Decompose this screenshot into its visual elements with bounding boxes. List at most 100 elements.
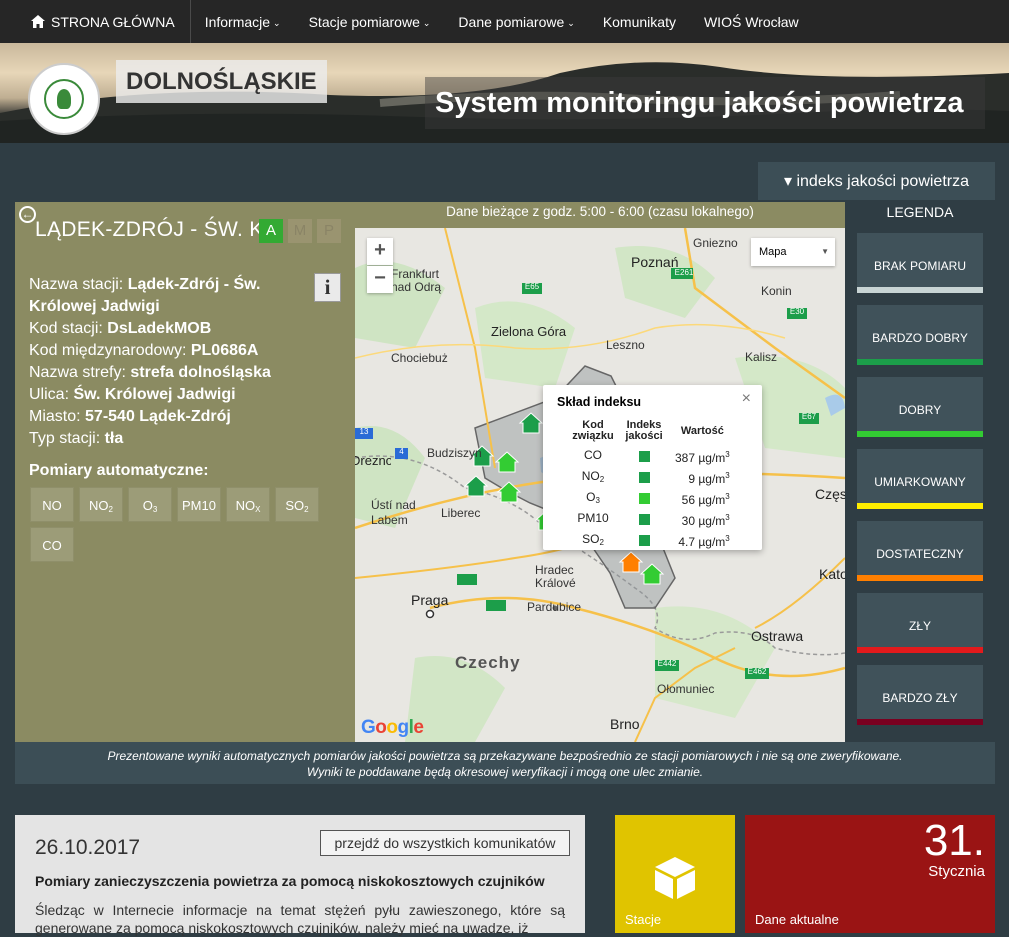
- map-label: Chociebuż: [391, 351, 448, 365]
- field-street: Ulica: Św. Królowej Jadwigi: [29, 386, 236, 403]
- map-type-value: Mapa: [759, 246, 787, 258]
- map-label: Ostrawa: [751, 628, 804, 644]
- legend-color-bar: [857, 359, 983, 365]
- wios-logo[interactable]: [28, 63, 100, 135]
- legend-color-bar: [857, 575, 983, 581]
- zoom-in-button[interactable]: +: [367, 238, 393, 265]
- measurement-button-pm10[interactable]: PM10: [177, 487, 221, 522]
- news-date: 26.10.2017: [35, 836, 141, 859]
- legend-color-bar: [857, 647, 983, 653]
- map-label: Konin: [761, 284, 792, 298]
- google-logo[interactable]: Google: [361, 717, 424, 739]
- map-label: Hradec Králové: [535, 563, 576, 590]
- code-cell: PM10: [577, 510, 609, 525]
- current-data-label: Dane aktualne: [755, 912, 839, 927]
- mode-label: M: [293, 222, 307, 239]
- measurement-button-no[interactable]: NO: [30, 487, 74, 522]
- top-navigation: STRONA GŁÓWNA Informacje ⌄ Stacje pomiaro…: [0, 0, 1009, 43]
- legend-color-bar: [857, 287, 983, 293]
- home-link[interactable]: STRONA GŁÓWNA: [0, 0, 191, 43]
- legend-item-brak-pomiaru: BRAK POMIARU: [857, 233, 983, 293]
- chevron-down-icon: ▼: [821, 247, 829, 256]
- field-station-name: Nazwa stacji: Lądek-Zdrój - Św. Królowej…: [29, 276, 261, 315]
- back-arrow-icon[interactable]: ←: [19, 206, 36, 223]
- table-row: O3 56 µg/m3: [567, 488, 736, 509]
- measurement-button-o3[interactable]: O3: [128, 487, 172, 522]
- mode-label: P: [323, 222, 334, 239]
- disclaimer-line-2: Wyniki te poddawane będą okresowej weryf…: [306, 765, 704, 779]
- map-label: Czechy: [455, 653, 521, 672]
- nav-item-dane[interactable]: Dane pomiarowe ⌄: [444, 0, 588, 43]
- map-label: Katowice: [819, 566, 845, 582]
- stations-tile-label: Stacje: [625, 912, 662, 927]
- news-headline[interactable]: Pomiary zanieczyszczenia powietrza za po…: [35, 873, 545, 889]
- measurement-button-co[interactable]: CO: [30, 527, 74, 562]
- data-time-header: Dane bieżące z godz. 5:00 - 6:00 (czasu …: [446, 204, 754, 219]
- legend-color-bar: [857, 431, 983, 437]
- index-cell: [619, 509, 669, 530]
- field-city: Miasto: 57-540 Lądek-Zdrój: [29, 408, 231, 425]
- table-row: SO2 4.7 µg/m3: [567, 530, 736, 551]
- map-label: Zielona Góra: [491, 324, 567, 339]
- column-header: Indeks jakości: [625, 419, 663, 442]
- code-cell: NO2: [581, 468, 605, 484]
- nav-label: Informacje: [204, 13, 271, 30]
- air-quality-index-tab[interactable]: ▾ indeks jakości powietrza: [758, 162, 995, 200]
- map-label: Kalisz: [745, 350, 778, 364]
- header-banner: DOLNOŚLĄSKIE System monitoringu jakości …: [0, 43, 1009, 143]
- measurement-button-nox[interactable]: NOX: [226, 487, 270, 522]
- station-panel: ← LĄDEK-ZDRÓJ - ŚW. K... A M P i Nazwa s…: [15, 202, 845, 742]
- value-cell: 9 µg/m3: [688, 471, 730, 486]
- stations-tile[interactable]: Stacje: [615, 815, 735, 933]
- legend-item-zly: ZŁY: [857, 593, 983, 653]
- disclaimer-line-1: Prezentowane wyniki automatycznych pomia…: [107, 749, 903, 763]
- legend-title: LEGENDA: [886, 204, 954, 220]
- map-label: Gniezno: [693, 236, 738, 250]
- mode-label: A: [265, 222, 276, 239]
- legend-item-umiarkowany: UMIARKOWANY: [857, 449, 983, 509]
- map-label: Poznań: [631, 254, 679, 270]
- nav-item-komunikaty[interactable]: Komunikaty: [589, 0, 690, 43]
- map-label: Liberec: [441, 506, 481, 520]
- measurement-button-no2[interactable]: NO2: [79, 487, 123, 522]
- nav-item-wios[interactable]: WIOŚ Wrocław: [690, 0, 813, 43]
- value-cell: 387 µg/m3: [675, 450, 730, 465]
- nav-item-stacje[interactable]: Stacje pomiarowe ⌄: [295, 0, 445, 43]
- zoom-out-button[interactable]: −: [367, 266, 393, 293]
- map-label: E65: [524, 282, 540, 291]
- mode-button-m[interactable]: M: [288, 219, 312, 243]
- map-label: Pardubice: [527, 600, 582, 614]
- map-label: Praga: [411, 592, 449, 608]
- index-color-swatch: [638, 493, 650, 505]
- measurement-button-so2[interactable]: SO2: [275, 487, 319, 522]
- table-row: CO 387 µg/m3: [567, 446, 736, 467]
- nav-item-informacje[interactable]: Informacje ⌄: [191, 0, 295, 43]
- station-map[interactable]: Gniezno Poznań Frankfurt nad Odrą Konin …: [355, 228, 845, 742]
- index-color-swatch: [638, 514, 650, 526]
- map-label: E261: [674, 268, 694, 277]
- home-icon: [31, 15, 45, 28]
- current-data-tile[interactable]: 31. Stycznia Dane aktualne: [745, 815, 995, 933]
- column-header: Kod związku: [572, 419, 614, 442]
- mode-button-p[interactable]: P: [317, 219, 341, 243]
- mode-button-a[interactable]: A: [259, 219, 283, 243]
- all-announcements-button[interactable]: przejdź do wszystkich komunikatów: [320, 830, 570, 856]
- code-cell: O3: [586, 489, 600, 505]
- chevron-down-icon: ⌄: [273, 17, 281, 28]
- legend-item-dobry: DOBRY: [857, 377, 983, 437]
- chevron-down-icon: ⌄: [422, 17, 431, 28]
- data-disclaimer: Prezentowane wyniki automatycznych pomia…: [15, 742, 995, 784]
- map-type-select[interactable]: Mapa ▼: [751, 238, 835, 266]
- index-cell: [619, 446, 669, 467]
- close-icon[interactable]: ×: [742, 390, 751, 408]
- legend-item-dostateczny: DOSTATECZNY: [857, 521, 983, 581]
- map-label: E30: [789, 307, 805, 316]
- legend-color-bar: [857, 719, 983, 725]
- field-station-type: Typ stacji: tła: [29, 430, 124, 447]
- map-label: E67: [801, 412, 817, 421]
- map-label: E442: [657, 659, 677, 668]
- info-icon[interactable]: i: [314, 273, 341, 302]
- map-label: Frankfurt nad Odrą: [391, 267, 442, 294]
- map-label: Budziszyn: [427, 446, 482, 460]
- news-text: Śledząc w Internecie informacje na temat…: [35, 902, 565, 936]
